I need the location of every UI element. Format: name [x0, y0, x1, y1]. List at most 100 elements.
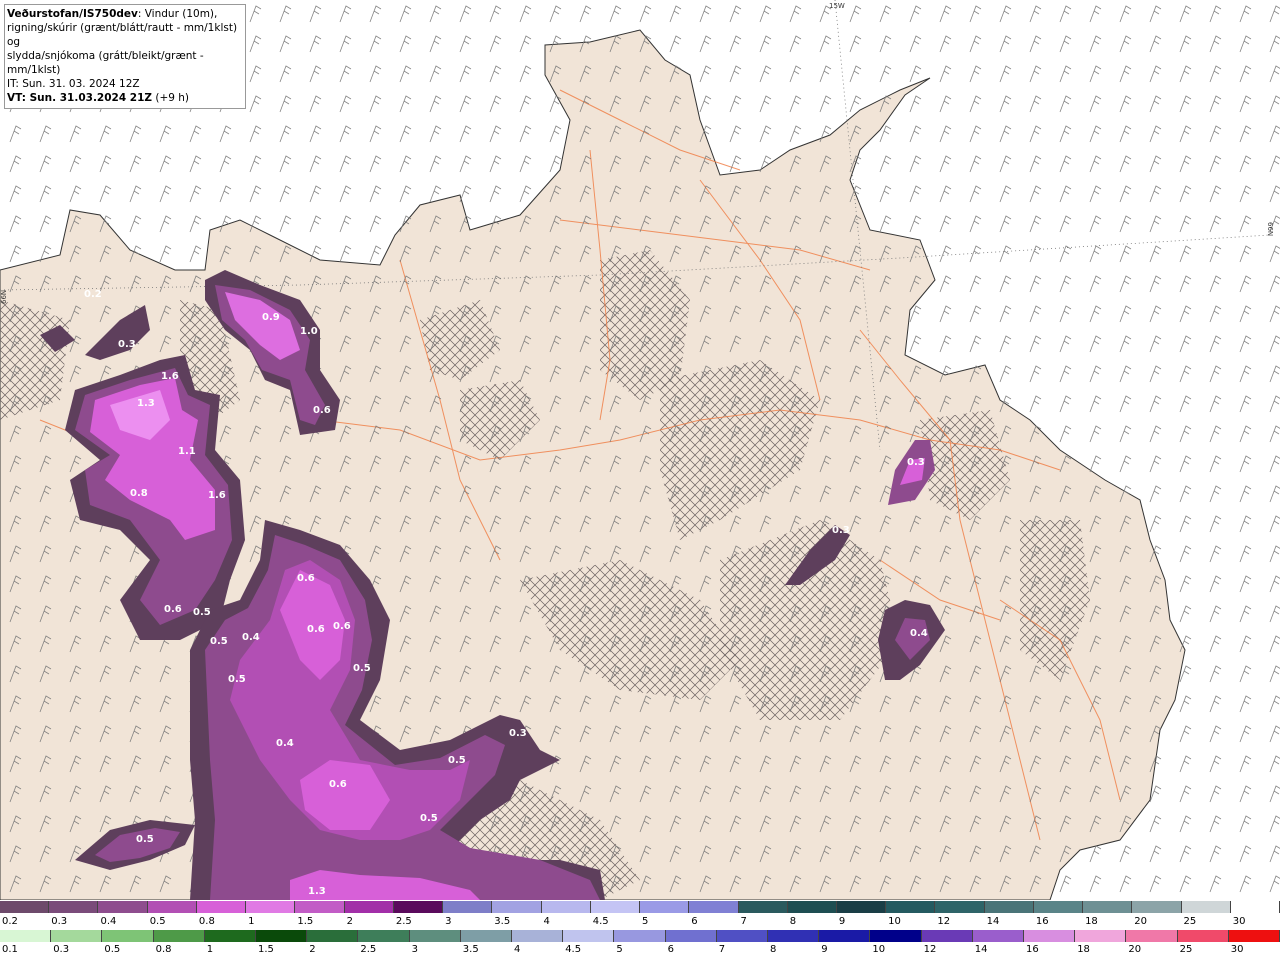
scale-tick-label: 0.8: [155, 944, 172, 955]
scale-tick-label: 6: [667, 944, 674, 955]
scale-tick-label: 2: [346, 916, 353, 927]
color-swatch: [1181, 901, 1231, 913]
precip-label: 0.3: [907, 457, 925, 468]
color-swatch: [935, 901, 985, 913]
precip-label: 1.3: [308, 886, 326, 897]
scale-tick-label: 5: [642, 916, 649, 927]
color-swatch: [1230, 901, 1280, 913]
precip-label: 0.5: [228, 674, 246, 685]
scale-tick-label: 3.5: [494, 916, 511, 927]
color-swatch: [147, 901, 197, 913]
color-swatch: [102, 930, 154, 942]
color-swatch: [614, 930, 666, 942]
scale-tick-label: 3: [411, 944, 418, 955]
scale-tick-label: 10: [872, 944, 886, 955]
color-swatch: [819, 930, 871, 942]
precip-label: 0.6: [164, 604, 182, 615]
precip-label: 0.5: [193, 607, 211, 618]
scale-tick-label: 25: [1183, 916, 1197, 927]
color-swatch: [49, 901, 99, 913]
color-swatch: [921, 930, 973, 942]
rain-scale-labels: 0.1 0.3 0.5 0.8 1 1.5 2 2.5 3 3.5 4 4.5 5 6 7 8 9 10 12 14 1…: [0, 944, 1280, 956]
scale-tick-label: 14: [986, 916, 1000, 927]
scale-tick-label: 18: [1077, 944, 1090, 955]
precip-label: 1.3: [137, 398, 155, 409]
color-swatch: [640, 901, 690, 913]
title-line-3: slydda/snjókoma (grátt/bleikt/grænt - mm…: [7, 50, 204, 76]
precip-label: 0.3: [118, 339, 136, 350]
color-swatch: [196, 901, 247, 913]
model-source: Veðurstofan/IS750dev: [7, 8, 138, 20]
precip-label: 0.2: [84, 289, 102, 300]
scale-tick-label: 2: [309, 944, 316, 955]
scale-tick-label: 2.5: [360, 944, 377, 955]
issue-time: IT: Sun. 31. 03. 2024 12Z: [7, 78, 140, 90]
color-swatch: [665, 930, 717, 942]
scale-tick-label: 4.5: [565, 944, 582, 955]
color-swatch: [344, 901, 394, 913]
scale-tick-label: 1.5: [297, 916, 314, 927]
color-swatch: [256, 930, 308, 942]
scale-tick-label: 9: [821, 944, 828, 955]
scale-tick-label: 1: [248, 916, 255, 927]
precip-label: 0.3: [509, 728, 527, 739]
color-swatch: [393, 901, 444, 913]
color-swatch: [1228, 930, 1280, 942]
precip-label: 0.5: [136, 834, 154, 845]
color-swatch: [512, 930, 564, 942]
precip-label: 0.4: [276, 738, 294, 749]
scale-tick-label: 25: [1179, 944, 1193, 955]
scale-tick-label: 3.5: [462, 944, 479, 955]
color-swatch: [1083, 901, 1133, 913]
precip-label: 1.0: [300, 326, 318, 337]
title-line-1: : Vindur (10m),: [137, 8, 218, 20]
precip-label: 0.8: [130, 488, 148, 499]
color-swatch: [972, 930, 1025, 942]
lat-label-left: 66N: [0, 290, 8, 304]
color-swatch: [307, 930, 359, 942]
color-swatch: [563, 930, 615, 942]
precip-label: 0.6: [329, 779, 347, 790]
snow-color-bar: [0, 901, 1280, 913]
scale-tick-label: 1: [206, 944, 214, 955]
precip-label: 0.6: [313, 405, 331, 416]
color-swatch: [0, 930, 52, 942]
scale-tick-label: 14: [974, 944, 988, 955]
scale-tick-label: 6: [691, 916, 698, 927]
scale-tick-label: 16: [1035, 916, 1049, 927]
color-swatch: [51, 930, 103, 942]
precip-label: 1.6: [208, 490, 226, 501]
scale-tick-label: 7: [740, 916, 747, 927]
rain-color-bar: [0, 930, 1280, 942]
color-swatch: [1132, 901, 1182, 913]
scale-tick-label: 4: [543, 916, 550, 927]
color-swatch: [295, 901, 345, 913]
color-swatch: [204, 930, 257, 942]
precip-label: 0.5: [210, 636, 228, 647]
scale-tick-label: 0.5: [104, 944, 121, 955]
scale-tick-label: 0.3: [51, 916, 68, 927]
color-swatch: [787, 901, 837, 913]
color-swatch: [153, 930, 205, 942]
color-swatch: [870, 930, 922, 942]
color-swatch: [836, 901, 887, 913]
map-title-box: Veðurstofan/IS750dev: Vindur (10m), rign…: [4, 4, 246, 109]
color-swatch: [1177, 930, 1229, 942]
color-swatch: [984, 901, 1034, 913]
precip-label: 0.6: [307, 624, 325, 635]
color-swatch: [358, 930, 410, 942]
scale-tick-label: 0.4: [100, 916, 117, 927]
precip-label: 0.3: [832, 525, 850, 536]
scale-tick-label: 3: [445, 916, 452, 927]
scale-tick-label: 7: [718, 944, 726, 955]
scale-tick-label: 2.5: [395, 916, 412, 927]
scale-tick-label: 20: [1134, 916, 1148, 927]
scale-tick-label: 30: [1230, 944, 1244, 955]
valid-offset: (+9 h): [152, 92, 190, 104]
color-swatch: [98, 901, 148, 913]
scale-tick-label: 8: [770, 944, 777, 955]
scale-tick-label: 10: [888, 916, 901, 927]
color-swatch: [738, 901, 788, 913]
lon-label-15w: 15W: [829, 2, 845, 10]
precip-label: 0.5: [448, 755, 466, 766]
